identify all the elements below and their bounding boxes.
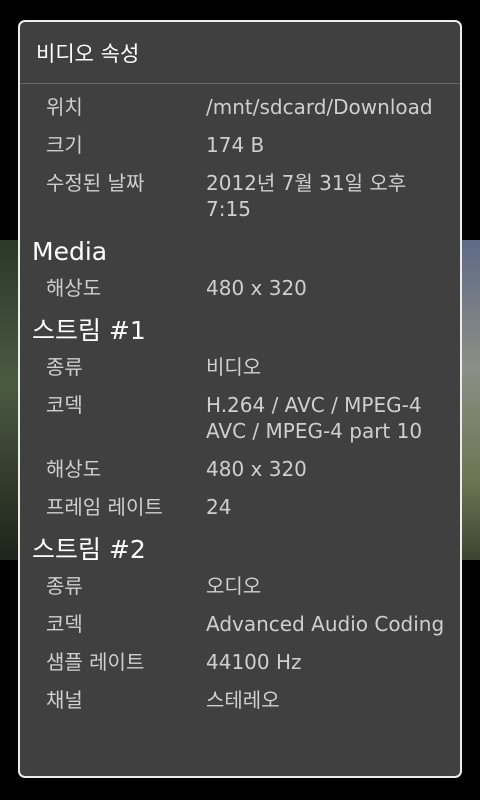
property-value: 44100 Hz: [206, 650, 302, 674]
properties-list[interactable]: 위치 /mnt/sdcard/Download 크기 174 B 수정된 날짜 …: [20, 84, 460, 713]
property-label: 종류: [46, 574, 83, 598]
property-row-resolution: 해상도 480 x 320: [20, 275, 460, 301]
property-row-location: 위치 /mnt/sdcard/Download: [20, 94, 460, 120]
property-value: 2012년 7월 31일 오후 7:15: [206, 171, 407, 221]
section-title-media: Media: [32, 237, 108, 266]
property-value: 오디오: [206, 574, 262, 598]
section-title-stream-1: 스트림 #1: [32, 316, 146, 345]
property-label: 해상도: [46, 457, 102, 481]
property-value: 비디오: [206, 355, 262, 379]
property-row-type: 종류 오디오: [20, 573, 460, 599]
property-row-resolution: 해상도 480 x 320: [20, 456, 460, 482]
dialog-title: 비디오 속성: [20, 22, 460, 84]
property-value: 174 B: [206, 133, 265, 157]
property-value: 480 x 320: [206, 457, 307, 481]
property-row-codec: 코덱 H.264 / AVC / MPEG-4 AVC / MPEG-4 par…: [20, 392, 460, 444]
section-title-stream-2: 스트림 #2: [32, 535, 146, 564]
property-label: 해상도: [46, 276, 102, 300]
property-row-sample-rate: 샘플 레이트 44100 Hz: [20, 649, 460, 675]
property-value: 스테레오: [206, 688, 280, 712]
property-label: 채널: [46, 688, 83, 712]
property-label: 종류: [46, 355, 83, 379]
property-label: 코덱: [46, 393, 83, 417]
property-row-size: 크기 174 B: [20, 132, 460, 158]
property-row-type: 종류 비디오: [20, 354, 460, 380]
property-label: 프레임 레이트: [46, 495, 163, 519]
property-value: /mnt/sdcard/Download: [206, 95, 433, 119]
property-value: H.264 / AVC / MPEG-4 AVC / MPEG-4 part 1…: [206, 393, 423, 443]
property-label: 코덱: [46, 612, 83, 636]
property-row-modified-date: 수정된 날짜 2012년 7월 31일 오후 7:15: [20, 170, 460, 222]
property-row-codec: 코덱 Advanced Audio Coding: [20, 611, 460, 637]
property-row-channels: 채널 스테레오: [20, 687, 460, 713]
property-label: 수정된 날짜: [46, 171, 145, 195]
property-value: 24: [206, 495, 232, 519]
property-label: 샘플 레이트: [46, 650, 145, 674]
property-value: Advanced Audio Coding: [206, 612, 445, 636]
property-label: 크기: [46, 133, 83, 157]
property-row-frame-rate: 프레임 레이트 24: [20, 494, 460, 520]
property-label: 위치: [46, 95, 83, 119]
video-properties-dialog: 비디오 속성 위치 /mnt/sdcard/Download 크기 174 B …: [18, 20, 462, 778]
property-value: 480 x 320: [206, 276, 307, 300]
